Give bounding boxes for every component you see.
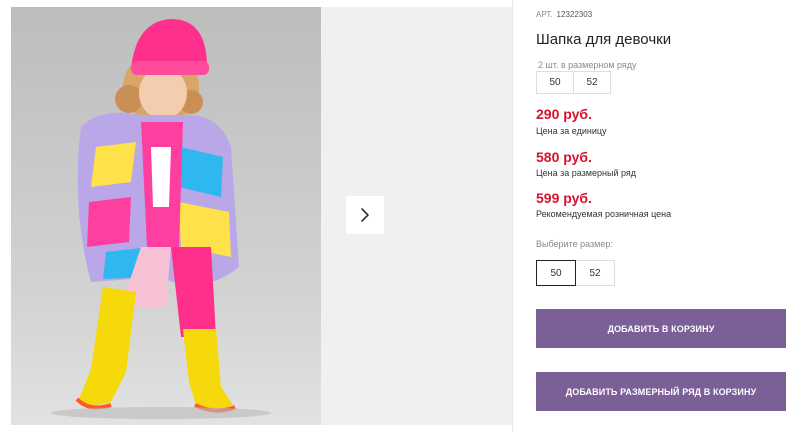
size-range-item: 52	[573, 71, 611, 94]
size-select-label: Выберите размер:	[536, 239, 613, 249]
article-code: 12322303	[556, 10, 593, 19]
size-option-52[interactable]: 52	[575, 260, 615, 286]
retail-price-caption: Рекомендуемая розничная цена	[536, 209, 672, 219]
size-range-caption: 2 шт. в размерном ряду	[538, 60, 637, 70]
size-range-item: 50	[536, 71, 574, 94]
product-photo[interactable]	[11, 7, 321, 425]
unit-price: 290 руб.	[536, 106, 592, 122]
next-photo-button[interactable]	[346, 196, 384, 234]
range-price-caption: Цена за размерный ряд	[536, 168, 637, 178]
add-to-cart-button[interactable]: ДОБАВИТЬ В КОРЗИНУ	[536, 309, 786, 348]
size-range: 50 52	[536, 71, 611, 94]
product-info: АРТ. 12322303 Шапка для девочки 2 шт. в р…	[536, 0, 800, 432]
article-number: АРТ. 12322303	[536, 10, 592, 19]
size-option-50[interactable]: 50	[536, 260, 576, 286]
product-gallery	[0, 0, 512, 432]
size-selector: 50 52	[536, 260, 615, 286]
product-photo-illustration	[11, 7, 321, 425]
retail-price: 599 руб.	[536, 190, 592, 206]
product-title: Шапка для девочки	[536, 31, 672, 48]
unit-price-caption: Цена за единицу	[536, 126, 607, 136]
add-range-to-cart-button[interactable]: ДОБАВИТЬ РАЗМЕРНЫЙ РЯД В КОРЗИНУ	[536, 372, 786, 411]
vertical-divider	[512, 0, 513, 432]
article-label: АРТ.	[536, 10, 553, 19]
chevron-right-icon	[361, 208, 369, 222]
range-price: 580 руб.	[536, 149, 592, 165]
